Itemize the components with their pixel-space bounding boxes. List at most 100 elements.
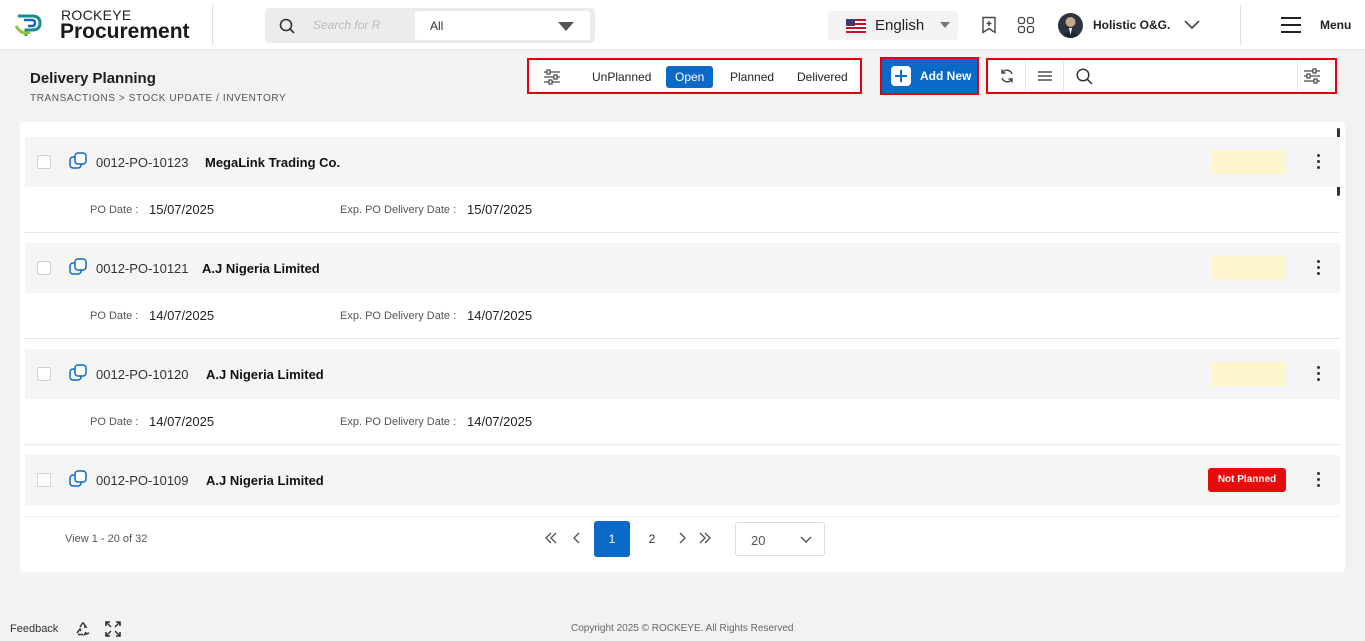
- search-scope-select[interactable]: All: [415, 11, 590, 40]
- pagination-bar: View 1 - 20 of 32 1 2 20: [25, 516, 1340, 560]
- breadcrumb[interactable]: TRANSACTIONS > STOCK UPDATE / INVENTORY: [30, 93, 286, 104]
- row-checkbox[interactable]: [37, 155, 51, 169]
- caret-down-icon: [940, 22, 950, 28]
- prev-page-icon[interactable]: [570, 531, 584, 545]
- vendor-name: A.J Nigeria Limited: [202, 261, 320, 276]
- last-page-icon[interactable]: [698, 531, 712, 545]
- status-badge: [1211, 362, 1286, 386]
- divider: [212, 5, 213, 45]
- chevron-down-icon[interactable]: [1183, 17, 1201, 31]
- us-flag-icon: [846, 19, 866, 33]
- next-page-icon[interactable]: [675, 531, 689, 545]
- page-size-value: 20: [751, 533, 766, 548]
- table-row[interactable]: 0012-PO-10123 MegaLink Trading Co.: [25, 137, 1340, 187]
- adjust-sliders-icon[interactable]: [1303, 68, 1321, 84]
- more-options-icon[interactable]: [1315, 260, 1321, 276]
- copy-icon[interactable]: [68, 469, 88, 489]
- po-number[interactable]: 0012-PO-10121: [96, 261, 189, 276]
- exp-delivery-label: Exp. PO Delivery Date :: [340, 416, 457, 428]
- vendor-name: MegaLink Trading Co.: [205, 155, 341, 170]
- copy-icon[interactable]: [68, 151, 88, 171]
- chevron-down-icon: [800, 536, 812, 543]
- search-icon[interactable]: [1076, 68, 1093, 85]
- hamburger-menu-icon[interactable]: [1280, 16, 1302, 34]
- status-badge-not-planned: Not Planned: [1208, 468, 1286, 492]
- page-title: Delivery Planning: [30, 70, 156, 87]
- table-row[interactable]: 0012-PO-10109 A.J Nigeria Limited Not Pl…: [25, 455, 1340, 505]
- more-options-icon[interactable]: [1315, 366, 1321, 382]
- copyright-text: Copyright 2025 © ROCKEYE. All Rights Res…: [571, 623, 794, 634]
- exp-delivery-label: Exp. PO Delivery Date :: [340, 310, 457, 322]
- row-checkbox[interactable]: [37, 261, 51, 275]
- po-date-label: PO Date :: [90, 416, 139, 428]
- exp-delivery-label: Exp. PO Delivery Date :: [340, 204, 457, 216]
- table-row[interactable]: 0012-PO-10120 A.J Nigeria Limited: [25, 349, 1340, 399]
- user-avatar[interactable]: [1058, 13, 1083, 38]
- tab-open[interactable]: Open: [666, 66, 714, 88]
- tab-unplanned[interactable]: UnPlanned: [583, 66, 660, 88]
- refresh-button[interactable]: [990, 61, 1026, 91]
- page-size-select[interactable]: 20: [735, 522, 825, 556]
- apps-grid-icon[interactable]: [1017, 16, 1035, 34]
- divider: [1240, 5, 1241, 45]
- po-date: 14/07/2025: [149, 308, 215, 323]
- rockeye-logo-icon[interactable]: [14, 10, 46, 40]
- exp-delivery-date: 14/07/2025: [467, 414, 533, 429]
- pagination-info: View 1 - 20 of 32: [65, 533, 148, 545]
- copy-icon[interactable]: [68, 363, 88, 383]
- first-page-icon[interactable]: [544, 531, 558, 545]
- status-badge: [1211, 256, 1286, 280]
- row-details: PO Date : 15/07/2025 Exp. PO Delivery Da…: [25, 187, 1340, 233]
- table-row[interactable]: 0012-PO-10121 A.J Nigeria Limited: [25, 243, 1340, 293]
- global-search-input[interactable]: [313, 16, 383, 34]
- user-name[interactable]: Holistic O&G.: [1093, 18, 1170, 32]
- feedback-link[interactable]: Feedback: [10, 623, 58, 635]
- filter-sliders-icon[interactable]: [543, 69, 561, 85]
- exp-delivery-date: 14/07/2025: [467, 308, 533, 323]
- more-options-icon[interactable]: [1315, 472, 1321, 488]
- menu-label[interactable]: Menu: [1320, 18, 1351, 32]
- po-number[interactable]: 0012-PO-10109: [96, 473, 189, 488]
- bookmark-add-icon[interactable]: [980, 16, 998, 34]
- add-new-label: Add New: [920, 69, 972, 83]
- po-date-label: PO Date :: [90, 310, 139, 322]
- brand-name-main: Procurement: [60, 20, 190, 43]
- row-details: PO Date : 14/07/2025 Exp. PO Delivery Da…: [25, 399, 1340, 445]
- language-label: English: [875, 17, 925, 34]
- po-number[interactable]: 0012-PO-10123: [96, 155, 189, 170]
- plus-icon: [891, 66, 911, 86]
- global-search: All: [265, 8, 595, 43]
- status-badge: [1211, 150, 1286, 174]
- search-icon[interactable]: [279, 18, 295, 34]
- recycle-icon[interactable]: [75, 621, 91, 637]
- refresh-icon: [1001, 69, 1013, 83]
- po-date: 14/07/2025: [149, 414, 215, 429]
- search-scope-value: All: [430, 19, 444, 33]
- vendor-name: A.J Nigeria Limited: [206, 367, 324, 382]
- fullscreen-icon[interactable]: [105, 621, 121, 637]
- status-filter-bar: UnPlanned Open Planned Delivered: [527, 58, 862, 94]
- po-date-label: PO Date :: [90, 204, 139, 216]
- language-select[interactable]: English: [828, 11, 958, 40]
- list-lines-icon: [1038, 71, 1052, 81]
- row-checkbox[interactable]: [37, 367, 51, 381]
- po-number[interactable]: 0012-PO-10120: [96, 367, 189, 382]
- exp-delivery-date: 15/07/2025: [467, 202, 533, 217]
- tab-planned[interactable]: Planned: [721, 66, 783, 88]
- add-new-button[interactable]: Add New: [880, 57, 979, 95]
- tab-delivered[interactable]: Delivered: [788, 66, 857, 88]
- copy-icon[interactable]: [68, 257, 88, 277]
- page-button-2[interactable]: 2: [634, 521, 670, 557]
- po-date: 15/07/2025: [149, 202, 215, 217]
- list-tools-bar: [986, 58, 1337, 94]
- list-search: [1068, 61, 1298, 91]
- list-view-button[interactable]: [1028, 61, 1064, 91]
- more-options-icon[interactable]: [1315, 154, 1321, 170]
- row-checkbox[interactable]: [37, 473, 51, 487]
- page-button-1[interactable]: 1: [594, 521, 630, 557]
- row-details: PO Date : 14/07/2025 Exp. PO Delivery Da…: [25, 293, 1340, 339]
- vendor-name: A.J Nigeria Limited: [206, 473, 324, 488]
- list-search-input[interactable]: [1100, 66, 1290, 86]
- caret-down-icon: [558, 22, 574, 31]
- top-bar: ROCKEYE Procurement All English Holistic…: [0, 0, 1365, 50]
